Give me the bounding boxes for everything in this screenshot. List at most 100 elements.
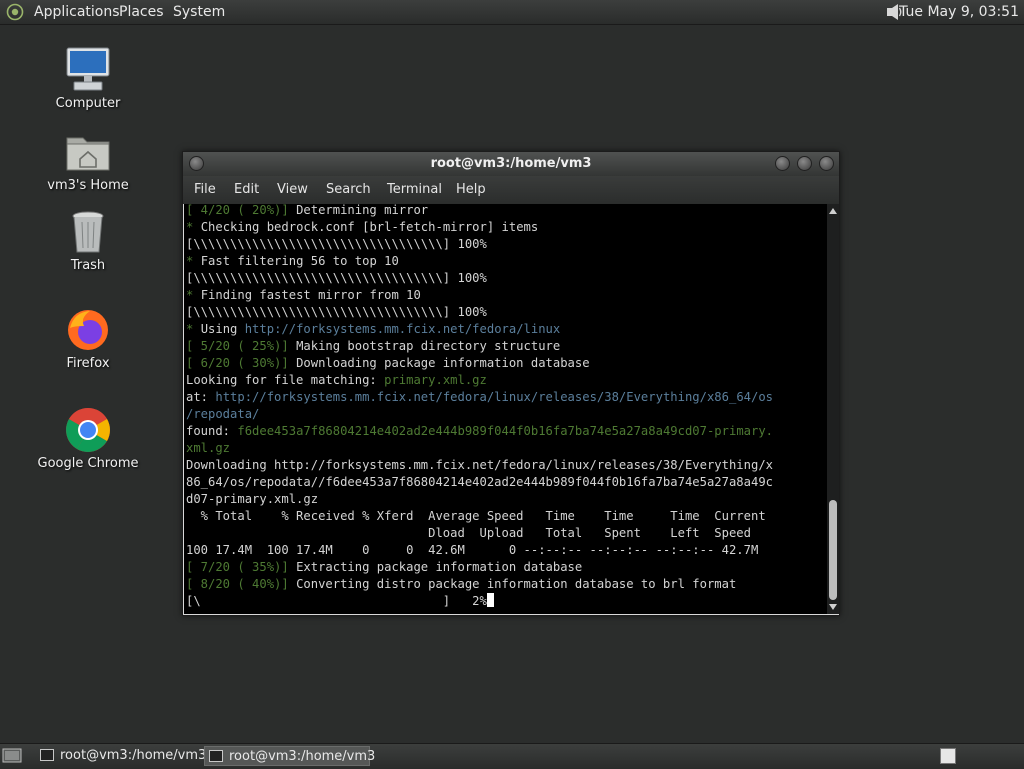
menu-help[interactable]: Help [456,182,486,198]
terminal-text: d07-primary.xml.gz [186,492,319,506]
menu-applications[interactable]: Applications [34,3,120,21]
scroll-up-arrow-icon[interactable] [829,208,837,214]
terminal-line: [ 5/20 ( 25%)] Making bootstrap director… [186,338,560,355]
menu-file[interactable]: File [194,182,216,198]
terminal-text: [ 7/20 ( 35%)] [186,560,297,574]
terminal-line: * Checking bedrock.conf [brl-fetch-mirro… [186,219,538,236]
window-titlebar[interactable]: root@vm3:/home/vm3 [183,152,839,176]
terminal-scrollbar[interactable] [827,204,839,614]
terminal-text: % Total % Received % Xferd Average Speed… [186,509,766,523]
desktop-icon-label: vm3's Home [47,178,129,193]
desktop-icon-label: Firefox [66,356,110,371]
top-panel: Applications Places System Tue May 9, 03… [0,0,1024,25]
terminal-text: Downloading http://forksystems.mm.fcix.n… [186,458,773,472]
terminal-line: [ 6/20 ( 30%)] Downloading package infor… [186,355,590,372]
terminal-text: * [186,220,201,234]
terminal-text: xml.gz [186,441,231,455]
menu-search[interactable]: Search [326,182,371,198]
terminal-line: % Total % Received % Xferd Average Speed… [186,508,766,525]
window-menu-icon[interactable] [189,156,204,171]
terminal-text: f6dee453a7f86804214e402ad2e444b989f044f0… [237,424,774,438]
panel-clock[interactable]: Tue May 9, 03:51 [899,3,1019,21]
terminal-line: found: f6dee453a7f86804214e402ad2e444b98… [186,423,773,440]
terminal-icon [209,750,223,762]
desktop-icon-trash[interactable]: Trash [33,208,143,273]
terminal-text: primary.xml.gz [384,373,487,387]
terminal-text: http://forksystems.mm.fcix.net/fedora/li… [215,390,774,404]
terminal-line: Dload Upload Total Spent Left Speed [186,525,751,542]
terminal-text: [ 4/20 ( 20%)] [186,204,297,217]
desktop-icon-computer[interactable]: Computer [33,46,143,111]
terminal-line: * Fast filtering 56 to top 10 [186,253,399,270]
terminal-text: [\\\\\\\\\\\\\\\\\\\\\\\\\\\\\\\\\\] 100… [186,271,487,285]
terminal-line: [\\\\\\\\\\\\\\\\\\\\\\\\\\\\\\\\\\] 100… [186,304,487,321]
terminal-text: * [186,254,201,268]
terminal-line: [\\\\\\\\\\\\\\\\\\\\\\\\\\\\\\\\\\] 100… [186,236,487,253]
desktop-icon-chrome[interactable]: Google Chrome [33,406,143,471]
terminal-text: [ 8/20 ( 40%)] [186,577,297,591]
close-icon[interactable] [819,156,834,171]
terminal-text: Dload Upload Total Spent Left Speed [186,526,751,540]
terminal-text: Looking for file matching: [186,373,385,387]
menu-places[interactable]: Places [119,3,164,21]
terminal-text: Downloading package information database [296,356,590,370]
taskbar-item-label: root@vm3:/home/vm3 [60,748,207,763]
terminal-text: at: [186,390,216,404]
show-desktop-icon[interactable] [2,747,22,765]
menu-edit[interactable]: Edit [234,182,259,198]
taskbar-item-terminal-1[interactable]: root@vm3:/home/vm3 [36,746,206,766]
firefox-icon [68,310,108,350]
terminal-line: d07-primary.xml.gz [186,491,318,508]
terminal-line: at: http://forksystems.mm.fcix.net/fedor… [186,389,773,406]
terminal-output[interactable]: [ 4/20 ( 20%)] Determining mirror * Check… [184,204,827,614]
terminal-text: [ 6/20 ( 30%)] [186,356,297,370]
terminal-line: 100 17.4M 100 17.4M 0 0 42.6M 0 --:--:--… [186,542,758,559]
terminal-line: [ 7/20 ( 35%)] Extracting package inform… [186,559,582,576]
terminal-line: 86_64/os/repodata//f6dee453a7f86804214e4… [186,474,773,491]
terminal-text: 86_64/os/repodata//f6dee453a7f86804214e4… [186,475,773,489]
terminal-text: Checking bedrock.conf [brl-fetch-mirror]… [200,220,539,234]
terminal-window[interactable]: root@vm3:/home/vm3 File Edit View Search… [182,151,840,616]
desktop-icon-home[interactable]: vm3's Home [33,128,143,193]
menu-system[interactable]: System [173,3,225,21]
terminal-text: * [186,288,201,302]
taskbar-item-terminal-2[interactable]: root@vm3:/home/vm3 [204,746,375,766]
workspace-switcher[interactable] [940,748,956,764]
gnome-foot-icon[interactable] [6,3,24,21]
desktop-icon-firefox[interactable]: Firefox [33,306,143,371]
trash-icon [72,211,104,253]
chrome-icon [66,408,110,452]
terminal-text: /repodata/ [186,407,260,421]
terminal-line: [\ ] 2% [186,593,494,610]
terminal-text: Extracting package information database [296,560,583,574]
taskbar-item-label: root@vm3:/home/vm3 [229,749,376,764]
terminal-text: [\\\\\\\\\\\\\\\\\\\\\\\\\\\\\\\\\\] 100… [186,305,487,319]
menu-view[interactable]: View [277,182,308,198]
window-title: root@vm3:/home/vm3 [430,156,592,171]
terminal-text: * [186,322,201,336]
terminal-line: /repodata/ [186,406,259,423]
terminal-line: * Using http://forksystems.mm.fcix.net/f… [186,321,560,338]
terminal-text: [ 5/20 ( 25%)] [186,339,297,353]
terminal-text: 100 17.4M 100 17.4M 0 0 42.6M 0 --:--:--… [186,543,759,557]
maximize-icon[interactable] [797,156,812,171]
terminal-line: Looking for file matching: primary.xml.g… [186,372,487,389]
terminal-line: [ 8/20 ( 40%)] Converting distro package… [186,576,736,593]
scrollbar-thumb[interactable] [829,500,837,600]
terminal-text: [\\\\\\\\\\\\\\\\\\\\\\\\\\\\\\\\\\] 100… [186,237,487,251]
terminal-text: [\ ] 2% [186,594,487,608]
desktop-icon-label: Computer [55,96,121,111]
terminal-line: [\\\\\\\\\\\\\\\\\\\\\\\\\\\\\\\\\\] 100… [186,270,487,287]
terminal-line: [ 4/20 ( 20%)] Determining mirror [186,204,428,219]
terminal-cursor [486,593,494,607]
desktop-icon-label: Google Chrome [37,456,139,471]
terminal-line: * Finding fastest mirror from 10 [186,287,421,304]
terminal-text: Converting distro package information da… [296,577,737,591]
bottom-taskbar: root@vm3:/home/vm3 root@vm3:/home/vm3 [0,743,1024,769]
terminal-text: Making bootstrap directory structure [296,339,561,353]
menu-terminal[interactable]: Terminal [387,182,442,198]
scroll-down-arrow-icon[interactable] [829,604,837,610]
terminal-menubar: File Edit View Search Terminal Help [183,176,839,204]
terminal-line: xml.gz [186,440,230,457]
minimize-icon[interactable] [775,156,790,171]
